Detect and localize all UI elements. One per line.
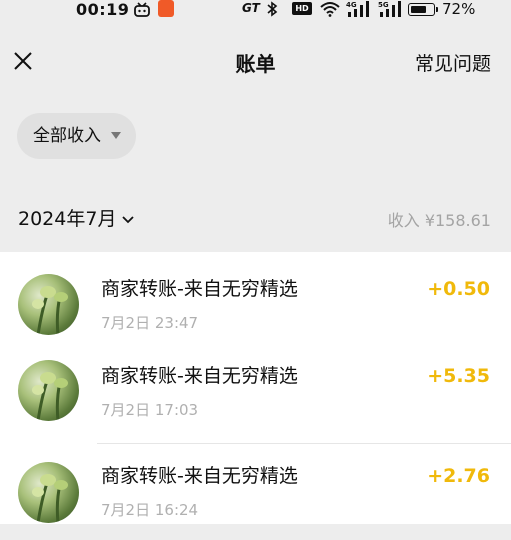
- merchant-avatar: [18, 274, 79, 335]
- close-icon[interactable]: [12, 50, 34, 72]
- network-badge: GT: [242, 1, 260, 15]
- flower-image: [32, 286, 68, 335]
- transaction-list: 商家转账-来自无穷精选 7月2日 23:47 +0.50 商家转账-来自无穷精选…: [0, 252, 511, 524]
- transaction-title: 商家转账-来自无穷精选: [101, 278, 298, 300]
- battery-icon: [408, 3, 435, 16]
- month-header: 2024年7月 收入 ¥158.61: [0, 182, 511, 252]
- bluetooth-icon: [267, 1, 278, 17]
- month-label: 2024年7月: [18, 208, 117, 230]
- transaction-time: 7月2日 23:47: [101, 314, 199, 332]
- transaction-amount: +5.35: [427, 365, 490, 387]
- transaction-time: 7月2日 17:03: [101, 401, 199, 419]
- transaction-amount: +2.76: [427, 465, 490, 487]
- battery-percent: 72%: [442, 0, 476, 18]
- svg-text:4G: 4G: [346, 1, 357, 9]
- chevron-down-icon: [122, 215, 135, 223]
- battery-level: [410, 5, 426, 13]
- signal-5g-icon: 5G: [378, 1, 401, 17]
- transaction-amount: +0.50: [427, 278, 490, 300]
- flower-image: [32, 474, 68, 523]
- income-filter-button[interactable]: 全部收入: [17, 113, 136, 159]
- income-filter-label: 全部收入: [33, 126, 101, 146]
- flower-image: [32, 372, 68, 421]
- transaction-row[interactable]: 商家转账-来自无穷精选 7月2日 16:24 +2.76: [0, 444, 511, 540]
- income-summary: 收入 ¥158.61: [387, 211, 491, 230]
- transaction-title: 商家转账-来自无穷精选: [101, 365, 298, 387]
- tv-app-icon: [134, 2, 150, 17]
- month-selector[interactable]: 2024年7月: [18, 204, 135, 231]
- transaction-row[interactable]: 商家转账-来自无穷精选 7月2日 23:47 +0.50: [0, 252, 511, 348]
- faq-link[interactable]: 常见问题: [415, 49, 491, 76]
- caret-down-icon: [111, 132, 121, 139]
- signal-4g-icon: 4G: [346, 1, 369, 17]
- svg-text:5G: 5G: [378, 1, 389, 9]
- transaction-time: 7月2日 16:24: [101, 501, 199, 519]
- merchant-avatar: [18, 462, 79, 523]
- nav-bar: 账单 常见问题: [0, 40, 511, 86]
- wifi-icon: [320, 2, 340, 17]
- status-bar: 00:19 GT HD 4G 5G 72%: [0, 0, 511, 22]
- hd-icon: HD: [292, 2, 312, 15]
- taobao-app-icon: [158, 0, 174, 17]
- battery-tip: [436, 7, 438, 12]
- status-time: 00:19: [76, 0, 130, 19]
- merchant-avatar: [18, 360, 79, 421]
- transaction-row[interactable]: 商家转账-来自无穷精选 7月2日 17:03 +5.35: [0, 348, 511, 444]
- transaction-title: 商家转账-来自无穷精选: [101, 465, 298, 487]
